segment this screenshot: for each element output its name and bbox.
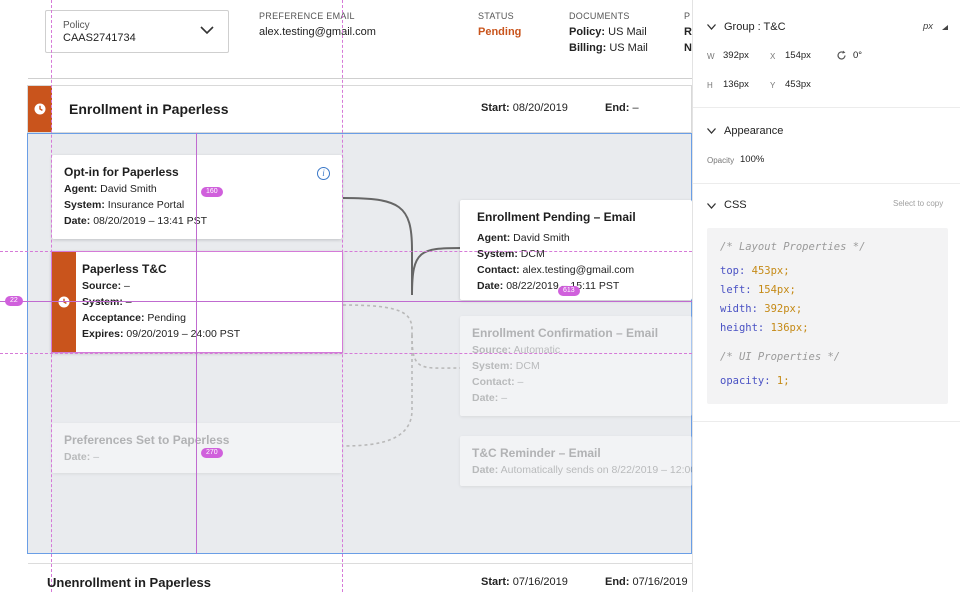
guide-line [0,353,692,354]
x-value[interactable]: 154px [785,50,811,61]
measure-badge: 160 [201,187,223,197]
y-label: Y [770,81,776,90]
card-title: Paperless T&C [82,262,167,276]
group-title: Group : T&C [724,21,786,33]
contact-row: Contact: – [472,376,524,388]
chevron-down-icon[interactable] [707,203,716,209]
system-row: System: DCM [477,248,545,260]
agent-row: Agent: David Smith [64,183,157,195]
code-line-opacity: opacity: 1; [720,375,790,387]
clock-icon [58,296,70,308]
h-label: H [707,81,713,90]
optin-card[interactable]: Opt-in for Paperless i Agent: David Smit… [52,155,342,239]
info-icon[interactable]: i [317,167,330,180]
y-value[interactable]: 453px [785,79,811,90]
date-row: Date: 08/22/2019 – 15:11 PST [477,280,620,292]
code-comment: /* Layout Properties */ [720,241,866,253]
appearance-section: Appearance Opacity 100% [693,108,960,184]
tc-card[interactable]: Paperless T&C Source: – System: – Accept… [51,251,343,353]
opacity-value[interactable]: 100% [740,154,764,165]
card-title: Enrollment Pending – Email [477,210,636,224]
divider [28,563,692,564]
pending-email-card[interactable]: Enrollment Pending – Email Agent: David … [460,200,692,300]
rotate-icon [837,50,846,60]
opacity-label: Opacity [707,156,735,165]
source-row: Source: – [82,280,130,292]
caret-icon[interactable] [942,25,948,30]
status-tab [52,252,76,352]
h-value[interactable]: 136px [723,79,749,90]
confirmation-email-card[interactable]: Enrollment Confirmation – Email Source: … [460,316,692,416]
card-title: Preferences Set to Paperless [64,433,230,447]
date-row: Date: – [472,392,508,404]
code-line-width: width: 392px; [720,303,803,315]
guide-line [342,0,343,592]
measure-line [0,301,692,302]
w-label: W [707,52,715,61]
system-row: System: Insurance Portal [64,199,185,211]
date-row: Date: – [64,451,100,463]
preferences-card[interactable]: Preferences Set to Paperless Date: – [52,423,342,473]
chevron-down-icon[interactable] [707,24,716,30]
card-title: Enrollment Confirmation – Email [472,326,659,340]
measure-badge: 270 [201,448,223,458]
unenrollment-title[interactable]: Unenrollment in Paperless [47,575,211,590]
code-line-left: left: 154px; [720,284,796,296]
source-row: Source: Automatic [472,344,561,356]
unit-select[interactable]: px [923,21,933,32]
date-row: Date: 08/20/2019 – 13:41 PST [64,215,208,227]
card-title: T&C Reminder – Email [472,446,601,460]
unenroll-end-date: End: 07/16/2019 [605,576,688,588]
select-to-copy-hint: Select to copy [893,199,944,208]
measure-line [196,133,197,554]
date-row: Date: Automatically sends on 8/22/2019 –… [472,464,692,476]
code-line-height: height: 136px; [720,322,809,334]
guide-line [0,251,692,252]
inspector-panel: Group : T&C px W 392px X 154px 0° H 136p… [692,0,960,592]
system-row: System: DCM [472,360,540,372]
measure-badge: 613 [558,286,580,296]
unenroll-start-date: Start: 07/16/2019 [481,576,568,588]
app-root: Policy CAAS2741734 PREFERENCE EMAIL alex… [0,0,960,592]
contact-row: Contact: alex.testing@gmail.com [477,264,635,276]
expires-row: Expires: 09/20/2019 – 24:00 PST [82,328,241,340]
chevron-down-icon[interactable] [707,128,716,134]
rotation-value[interactable]: 0° [853,50,862,61]
card-title: Opt-in for Paperless [64,165,179,179]
acceptance-row: Acceptance: Pending [82,312,186,324]
w-value[interactable]: 392px [723,50,749,61]
agent-row: Agent: David Smith [477,232,570,244]
code-line-top: top: 453px; [720,265,790,277]
appearance-title: Appearance [724,125,784,137]
css-code-block[interactable]: /* Layout Properties */ top: 453px; left… [707,228,948,404]
x-label: X [770,52,776,61]
code-comment: /* UI Properties */ [720,351,841,363]
css-title: CSS [724,199,747,211]
system-row: System: – [82,296,132,308]
guide-line [51,0,52,592]
group-section: Group : T&C px W 392px X 154px 0° H 136p… [693,0,960,108]
measure-badge: 22 [5,296,23,306]
reminder-email-card[interactable]: T&C Reminder – Email Date: Automatically… [460,436,692,486]
